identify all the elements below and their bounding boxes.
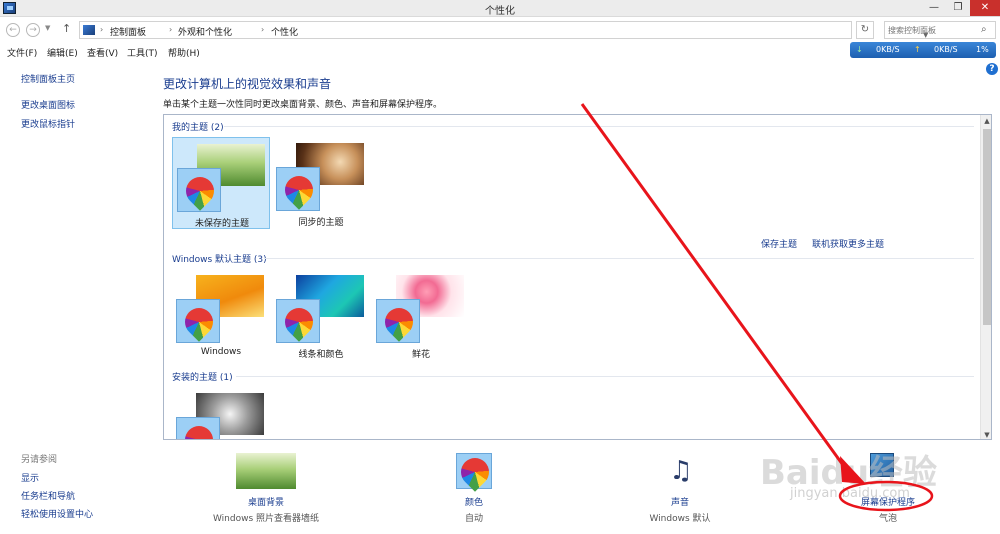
theme-installed[interactable]	[172, 387, 270, 439]
see-also-heading: 另请参阅	[21, 455, 58, 465]
theme-name: 同步的主题	[298, 218, 344, 228]
sidebar-change-desktop-icons[interactable]: 更改桌面图标	[21, 98, 75, 111]
address-bar-row: ← → ▼ ↑ › 控制面板 › 外观和个性化 › 个性化 ▼ ↻ ⌕	[0, 18, 1000, 42]
desktop-background-thumbnail	[236, 453, 296, 489]
theme-unsaved[interactable]: 未保存的主题	[172, 137, 270, 229]
sidebar-control-panel-home[interactable]: 控制面板主页	[21, 72, 75, 85]
breadcrumb-appearance[interactable]: 外观和个性化	[178, 25, 232, 38]
scroll-thumb[interactable]	[983, 129, 991, 325]
theme-flowers[interactable]: 鲜花	[372, 269, 470, 361]
group-installed-themes[interactable]: 安装的主题 (1)	[172, 370, 233, 383]
screen-saver-value: 气泡	[878, 514, 897, 524]
group-windows-default-themes[interactable]: Windows 默认主题 (3)	[172, 252, 267, 265]
menu-tools[interactable]: 工具(T)	[127, 46, 158, 59]
baidu-watermark-url: jingyan.baidu.com	[790, 486, 910, 501]
menu-help[interactable]: 帮助(H)	[168, 46, 200, 59]
color-fan-icon	[276, 299, 320, 343]
theme-list[interactable]: 我的主题 (2) 未保存的主题 同步的主题 保存主题 联机获取更多主题 Wind…	[163, 114, 992, 440]
search-icon[interactable]: ⌕	[981, 24, 987, 35]
theme-name: 未保存的主题	[194, 219, 249, 229]
download-speed: 0KB/S	[876, 45, 900, 54]
group-divider	[224, 126, 974, 127]
theme-list-scrollbar[interactable]: ▲ ▼	[980, 115, 991, 439]
page-description: 单击某个主题一次性同时更改桌面背景、颜色、声音和屏幕保护程序。	[163, 100, 443, 110]
color-fan-icon	[176, 417, 220, 439]
color-fan-icon	[276, 167, 320, 211]
theme-name: 鲜花	[411, 350, 430, 360]
breadcrumb-chevron-icon[interactable]: ›	[261, 25, 264, 34]
sidebar-display[interactable]: 显示	[21, 471, 39, 484]
upload-speed: 0KB/S	[934, 45, 958, 54]
upload-arrow-icon: ↑	[914, 45, 921, 54]
download-arrow-icon: ↓	[856, 45, 863, 54]
window: 个性化 — ❐ ✕ ← → ▼ ↑ › 控制面板 › 外观和个性化 › 个性化 …	[0, 0, 1000, 534]
sidebar-change-mouse-pointers[interactable]: 更改鼠标指针	[21, 117, 75, 130]
group-divider	[264, 258, 974, 259]
group-my-themes[interactable]: 我的主题 (2)	[172, 120, 224, 133]
breadcrumb-chevron-icon[interactable]: ›	[169, 25, 172, 34]
page-title: 更改计算机上的视觉效果和声音	[163, 77, 332, 91]
menu-file[interactable]: 文件(F)	[7, 46, 37, 59]
up-button[interactable]: ↑	[62, 22, 71, 35]
group-divider	[236, 376, 974, 377]
sidebar-ease-of-access[interactable]: 轻松使用设置中心	[21, 507, 93, 520]
search-box[interactable]: ⌕	[884, 21, 996, 39]
theme-synced[interactable]: 同步的主题	[272, 137, 370, 229]
desktop-background-value: Windows 照片查看器墙纸	[212, 514, 320, 524]
breadcrumb-personalization[interactable]: 个性化	[271, 25, 298, 38]
control-panel-icon	[83, 25, 95, 35]
search-input[interactable]	[888, 24, 976, 37]
color-fan-icon	[376, 299, 420, 343]
color-fan-icon	[455, 452, 495, 492]
scroll-down-icon[interactable]: ▼	[981, 429, 991, 439]
address-bar[interactable]: › 控制面板 › 外观和个性化 › 个性化 ▼	[79, 21, 928, 39]
sound-value: Windows 默认	[649, 514, 711, 524]
menu-edit[interactable]: 编辑(E)	[47, 46, 78, 59]
color-fan-icon	[177, 168, 221, 212]
forward-button[interactable]: →	[26, 23, 40, 37]
close-button[interactable]: ✕	[970, 0, 1000, 16]
refresh-button[interactable]: ↻	[856, 21, 874, 39]
menu-view[interactable]: 查看(V)	[87, 46, 118, 59]
desktop-background-link[interactable]: 桌面背景	[186, 495, 346, 508]
theme-windows[interactable]: Windows	[172, 269, 270, 361]
usage-percent: 1%	[976, 45, 989, 54]
color-value: 自动	[464, 514, 483, 524]
title-bar: 个性化 — ❐ ✕	[0, 0, 1000, 17]
music-notes-icon: ♫	[669, 456, 693, 486]
save-theme-link[interactable]: 保存主题	[761, 237, 797, 250]
theme-lines-and-colors[interactable]: 线条和颜色	[272, 269, 370, 361]
theme-name: 线条和颜色	[298, 350, 344, 360]
color-link[interactable]: 颜色	[394, 495, 554, 508]
color-fan-icon	[176, 299, 220, 343]
help-icon[interactable]: ?	[986, 63, 998, 75]
breadcrumb-control-panel[interactable]: 控制面板	[110, 25, 146, 38]
window-title: 个性化	[485, 6, 515, 17]
scroll-up-icon[interactable]: ▲	[981, 115, 991, 127]
network-monitor[interactable]: ↓ 0KB/S ↑ 0KB/S 1%	[850, 42, 996, 58]
get-more-themes-link[interactable]: 联机获取更多主题	[812, 237, 884, 250]
sound-link[interactable]: 声音	[600, 495, 760, 508]
back-button[interactable]: ←	[6, 23, 20, 37]
maximize-button[interactable]: ❐	[946, 0, 970, 16]
sidebar-taskbar-navigation[interactable]: 任务栏和导航	[21, 489, 75, 502]
theme-name: Windows	[200, 347, 242, 357]
minimize-button[interactable]: —	[922, 0, 946, 16]
recent-pages-chevron-icon[interactable]: ▼	[45, 24, 50, 32]
breadcrumb-chevron-icon[interactable]: ›	[100, 25, 103, 34]
